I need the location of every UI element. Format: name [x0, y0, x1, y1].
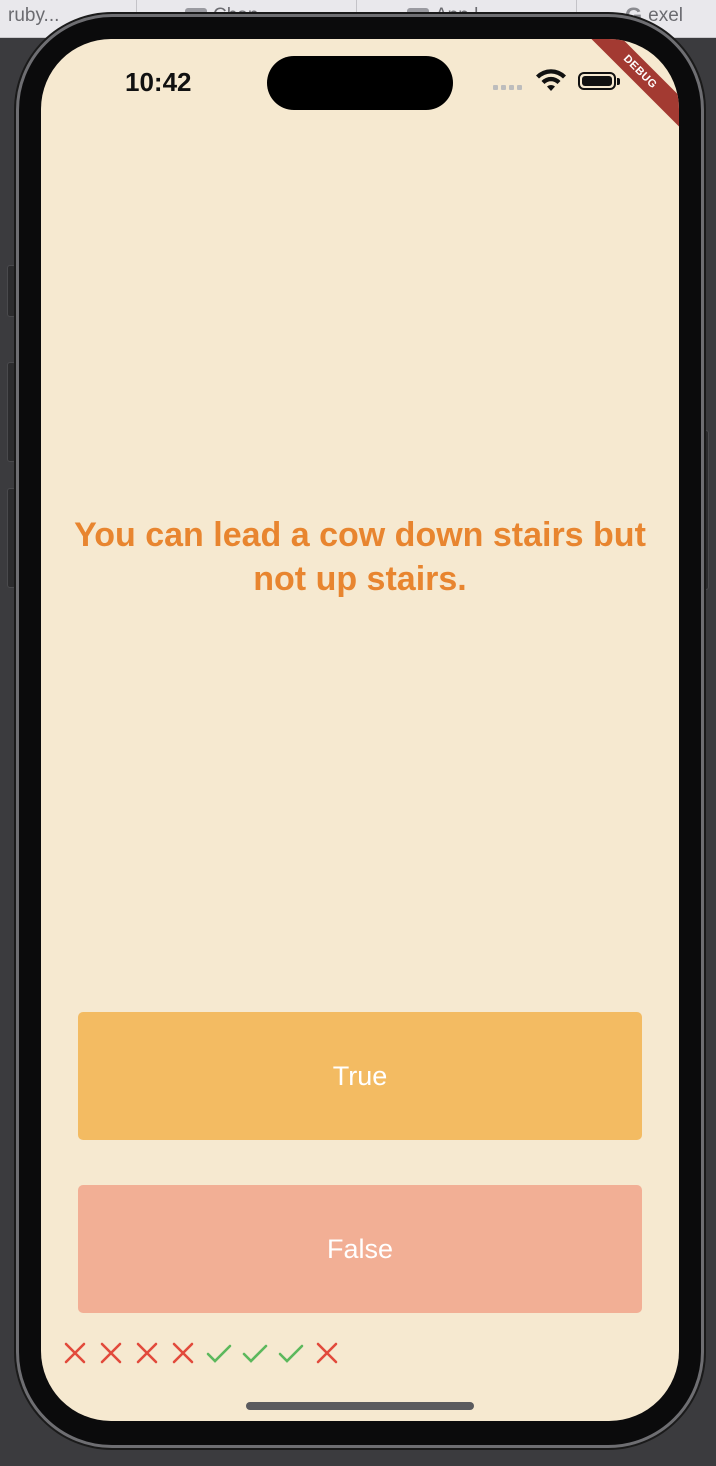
cellular-signal-icon [493, 85, 522, 90]
close-icon [316, 1342, 338, 1364]
action-button[interactable] [7, 265, 16, 317]
question-text: You can lead a cow down stairs but not u… [74, 516, 646, 598]
check-icon [206, 1344, 232, 1363]
true-button[interactable]: True [78, 1012, 642, 1140]
status-time: 10:42 [125, 67, 192, 97]
close-icon [64, 1342, 86, 1364]
browser-tab-label: ruby... [8, 5, 60, 26]
close-icon [136, 1342, 158, 1364]
app-screen: 10:42 DEBUG You can lead a cow down stai… [41, 39, 679, 1421]
browser-tab-label: exel [648, 5, 683, 26]
close-icon [172, 1342, 194, 1364]
home-indicator[interactable] [246, 1402, 474, 1410]
check-icon [242, 1344, 268, 1363]
false-button[interactable]: False [78, 1185, 642, 1313]
check-icon [278, 1344, 304, 1363]
close-icon [100, 1342, 122, 1364]
battery-icon [578, 72, 620, 90]
volume-up-button[interactable] [7, 362, 16, 462]
status-bar: 10:42 [41, 39, 679, 129]
volume-down-button[interactable] [7, 488, 16, 588]
false-button-label: False [326, 1233, 394, 1264]
true-button-label: True [332, 1060, 388, 1091]
wifi-icon [536, 69, 566, 91]
dynamic-island [267, 56, 453, 110]
score-keeper [61, 1339, 341, 1367]
